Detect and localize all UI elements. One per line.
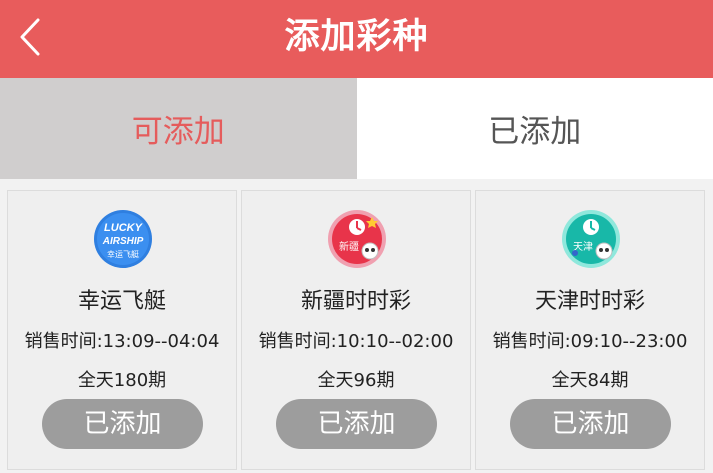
lottery-sales-time: 销售时间:13:09--04:04: [24, 331, 220, 352]
lottery-sales-time: 销售时间:10:10--02:00: [258, 331, 454, 352]
logo-text-cn: 新疆: [339, 240, 359, 253]
added-button[interactable]: 已添加: [42, 399, 203, 449]
lottery-name: 新疆时时彩: [300, 289, 411, 314]
tab-added[interactable]: 已添加: [356, 78, 713, 179]
logo-text-cn: 幸运飞艇: [107, 249, 139, 259]
lottery-sales-time: 销售时间:09:10--23:00: [492, 331, 688, 352]
page-title: 添加彩种: [284, 17, 429, 57]
lottery-name: 天津时时彩: [534, 289, 645, 314]
logo-text-lucky: LUCKY: [104, 222, 144, 234]
added-button[interactable]: 已添加: [276, 399, 437, 449]
added-button[interactable]: 已添加: [510, 399, 671, 449]
lottery-card[interactable]: 天津 天津时时彩 销售时间:09:10--23:00 全天84期 已添加: [475, 190, 705, 470]
tab-available[interactable]: 可添加: [0, 78, 357, 179]
tianjin-ssc-logo-icon: 天津: [562, 210, 620, 268]
lottery-name: 幸运飞艇: [77, 289, 166, 314]
tab-bar: 可添加 已添加: [0, 78, 713, 179]
lucky-airship-logo-icon: LUCKY AIRSHIP 幸运飞艇: [94, 210, 152, 268]
lottery-draw-count: 全天84期: [551, 370, 629, 391]
lottery-draw-count: 全天96期: [317, 370, 395, 391]
lottery-draw-count: 全天180期: [77, 370, 167, 391]
xinjiang-ssc-logo-icon: 新疆: [328, 210, 386, 268]
lottery-card[interactable]: LUCKY AIRSHIP 幸运飞艇 幸运飞艇 销售时间:13:09--04:0…: [7, 190, 237, 470]
lottery-card[interactable]: 新疆 新疆时时彩 销售时间:10:10--02:00 全天96期 已添加: [241, 190, 471, 470]
logo-text-airship: AIRSHIP: [102, 236, 144, 247]
lottery-grid: LUCKY AIRSHIP 幸运飞艇 幸运飞艇 销售时间:13:09--04:0…: [0, 179, 713, 473]
app-header: 添加彩种: [0, 0, 713, 78]
